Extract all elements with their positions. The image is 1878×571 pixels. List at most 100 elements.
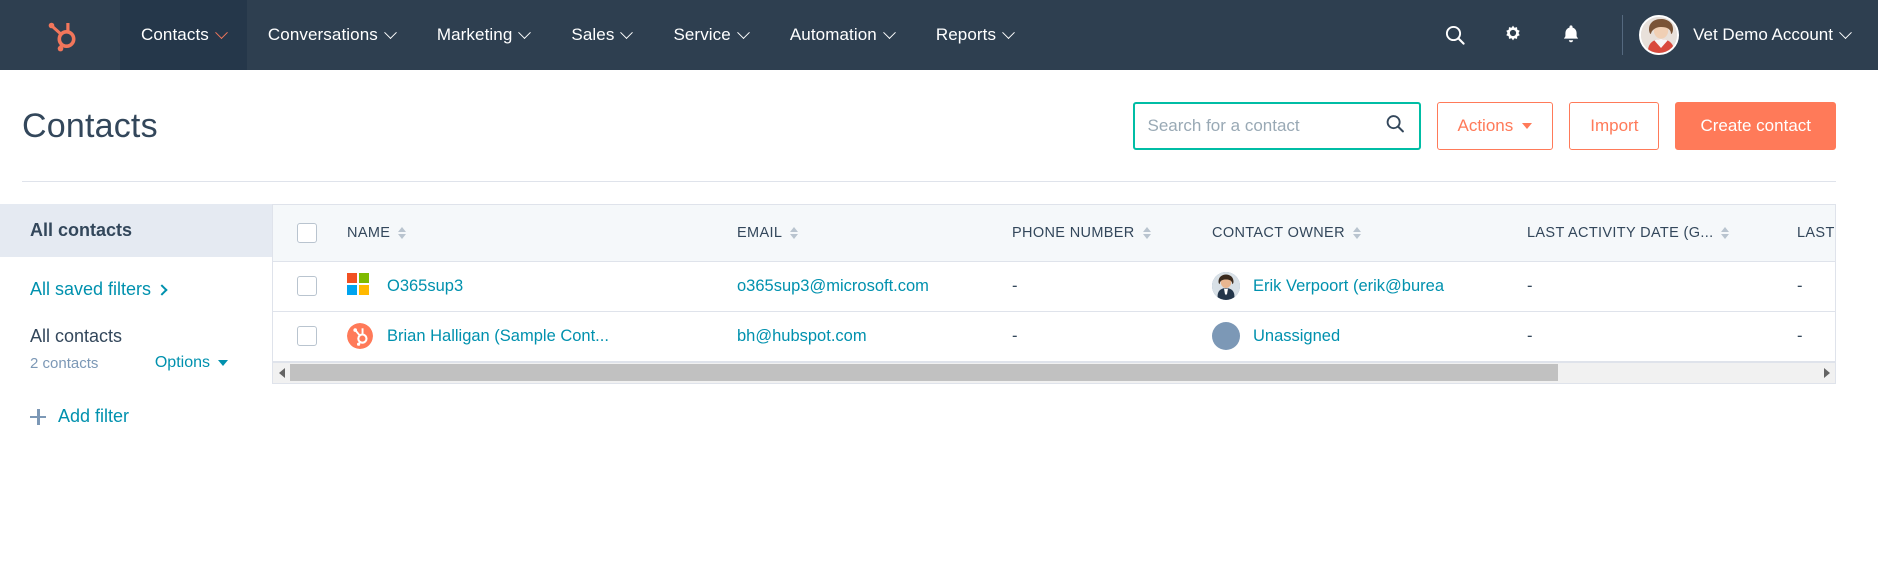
row-select-cell: [273, 311, 347, 362]
contact-name-link[interactable]: O365sup3: [387, 277, 463, 296]
page-header: Contacts Actions Import Create contact: [0, 70, 1878, 182]
sidebar-all-saved-filters-link[interactable]: All saved filters: [0, 257, 168, 300]
select-all-checkbox[interactable]: [297, 222, 317, 243]
nav-item-contacts[interactable]: Contacts: [120, 0, 247, 70]
column-header-phone-number[interactable]: PHONE NUMBER: [1012, 205, 1212, 262]
sort-icon[interactable]: [1352, 226, 1361, 239]
contact-name-link[interactable]: Brian Halligan (Sample Cont...: [387, 327, 609, 346]
column-header-contact-owner[interactable]: CONTACT OWNER: [1212, 205, 1527, 262]
account-menu-button[interactable]: Vet Demo Account: [1639, 15, 1852, 55]
create-contact-button[interactable]: Create contact: [1675, 102, 1836, 150]
contacts-table: NAME EMAIL PHONE NUMBER CONTACT OWNER LA…: [273, 205, 1835, 362]
scroll-right-arrow-icon[interactable]: [1818, 362, 1835, 383]
filter-options-button[interactable]: Options: [155, 354, 228, 372]
cell-last-contacted: -: [1797, 311, 1835, 362]
cell-name: O365sup3: [347, 261, 737, 312]
nav-item-sales-label: Sales: [571, 25, 615, 44]
nav-item-marketing-label: Marketing: [436, 25, 513, 44]
microsoft-logo-icon: [347, 273, 373, 299]
search-input[interactable]: [1134, 104, 1419, 148]
nav-item-sales[interactable]: Sales: [550, 0, 652, 70]
row-checkbox[interactable]: [297, 276, 317, 296]
column-header-name[interactable]: NAME: [347, 205, 737, 262]
column-header-email[interactable]: EMAIL: [737, 205, 1012, 262]
notifications-button[interactable]: [1542, 0, 1600, 70]
last-contacted-value: -: [1797, 276, 1803, 295]
chevron-down-icon: [620, 25, 634, 39]
contacts-table-container: NAME EMAIL PHONE NUMBER CONTACT OWNER LA…: [272, 204, 1836, 384]
contacts-table-head: NAME EMAIL PHONE NUMBER CONTACT OWNER LA…: [273, 205, 1835, 262]
column-header-contact-owner-label: CONTACT OWNER: [1212, 224, 1345, 241]
last-activity-date-value: -: [1527, 276, 1533, 295]
import-button[interactable]: Import: [1569, 102, 1660, 150]
top-navigation-bar: Contacts Conversations Marketing Sales S…: [0, 0, 1878, 70]
user-avatar-photo-icon: [1641, 17, 1678, 53]
page-title: Contacts: [22, 106, 158, 145]
cell-email: bh@hubspot.com: [737, 311, 1012, 362]
last-activity-date-value: -: [1527, 326, 1533, 345]
contact-email-link[interactable]: o365sup3@microsoft.com: [737, 277, 929, 295]
avatar: [1639, 15, 1680, 55]
scroll-left-arrow-icon[interactable]: [273, 362, 290, 383]
hubspot-sprocket-logo-icon: [347, 323, 373, 349]
column-header-email-label: EMAIL: [737, 224, 783, 241]
header-actions: Actions Import Create contact: [1132, 102, 1857, 150]
add-filter-button[interactable]: Add filter: [30, 406, 129, 427]
contact-email-link[interactable]: bh@hubspot.com: [737, 327, 867, 345]
hubspot-sprocket-logo-icon: [48, 22, 76, 52]
row-checkbox[interactable]: [297, 326, 317, 346]
nav-item-marketing[interactable]: Marketing: [416, 0, 551, 70]
nav-item-reports[interactable]: Reports: [915, 0, 1034, 70]
caret-down-icon: [1522, 123, 1533, 129]
chevron-down-icon: [383, 25, 397, 39]
hubspot-logo-home-link[interactable]: [0, 0, 120, 70]
column-header-phone-number-label: PHONE NUMBER: [1012, 224, 1135, 241]
table-row[interactable]: Brian Halligan (Sample Cont... bh@hubspo…: [273, 311, 1835, 362]
column-header-last-activity-date[interactable]: LAST ACTIVITY DATE (G...: [1527, 205, 1797, 262]
plus-icon: [30, 408, 46, 425]
cell-owner: Erik Verpoort (erik@burea: [1212, 261, 1527, 312]
header-divider: [22, 181, 1836, 182]
sidebar-all-saved-filters-label: All saved filters: [30, 279, 152, 299]
sort-icon[interactable]: [1721, 226, 1730, 239]
sidebar-item-all-contacts[interactable]: All contacts: [0, 204, 272, 257]
cell-phone: -: [1012, 311, 1212, 362]
nav-item-service[interactable]: Service: [652, 0, 768, 70]
sort-icon[interactable]: [1142, 226, 1151, 239]
contact-owner-link[interactable]: Unassigned: [1253, 327, 1340, 346]
scrollbar-track[interactable]: [290, 362, 1818, 383]
contact-owner-link[interactable]: Erik Verpoort (erik@burea: [1253, 277, 1444, 296]
default-avatar-placeholder-icon: [1212, 322, 1240, 350]
scrollbar-thumb[interactable]: [290, 364, 1559, 381]
nav-item-conversations[interactable]: Conversations: [247, 0, 416, 70]
cell-last-activity-date: -: [1527, 261, 1797, 312]
table-horizontal-scrollbar[interactable]: [273, 361, 1835, 383]
contact-count-label: 2 contacts: [30, 354, 99, 372]
active-filter-group: All contacts 2 contacts Options: [0, 300, 272, 372]
chevron-down-icon: [1002, 25, 1015, 39]
filter-options-label: Options: [154, 354, 210, 371]
actions-button-label: Actions: [1457, 116, 1514, 135]
sort-icon[interactable]: [790, 226, 799, 239]
column-header-name-label: NAME: [347, 224, 391, 241]
sort-icon[interactable]: [398, 226, 407, 239]
filters-sidebar: All contacts All saved filters All conta…: [0, 182, 272, 430]
chevron-down-icon: [518, 25, 532, 39]
nav-divider: [1622, 15, 1624, 55]
nav-item-service-label: Service: [673, 25, 731, 44]
table-row[interactable]: O365sup3 o365sup3@microsoft.com - Erik V…: [273, 261, 1835, 312]
contact-search-box[interactable]: [1132, 102, 1421, 150]
chevron-down-icon: [215, 25, 228, 39]
chevron-down-icon: [736, 25, 750, 39]
nav-item-automation[interactable]: Automation: [769, 0, 915, 70]
cell-last-activity-date: -: [1527, 311, 1797, 362]
actions-button[interactable]: Actions: [1436, 102, 1554, 150]
column-header-last-contacted[interactable]: LAST CONT: [1797, 205, 1835, 262]
global-search-button[interactable]: [1426, 0, 1484, 70]
settings-button[interactable]: [1484, 0, 1542, 70]
contact-phone-value: -: [1012, 326, 1018, 345]
nav-item-automation-label: Automation: [789, 25, 877, 44]
primary-nav-items: Contacts Conversations Marketing Sales S…: [120, 0, 1034, 70]
account-name-label: Vet Demo Account: [1693, 25, 1833, 44]
nav-utility-area: Vet Demo Account: [1426, 0, 1878, 70]
